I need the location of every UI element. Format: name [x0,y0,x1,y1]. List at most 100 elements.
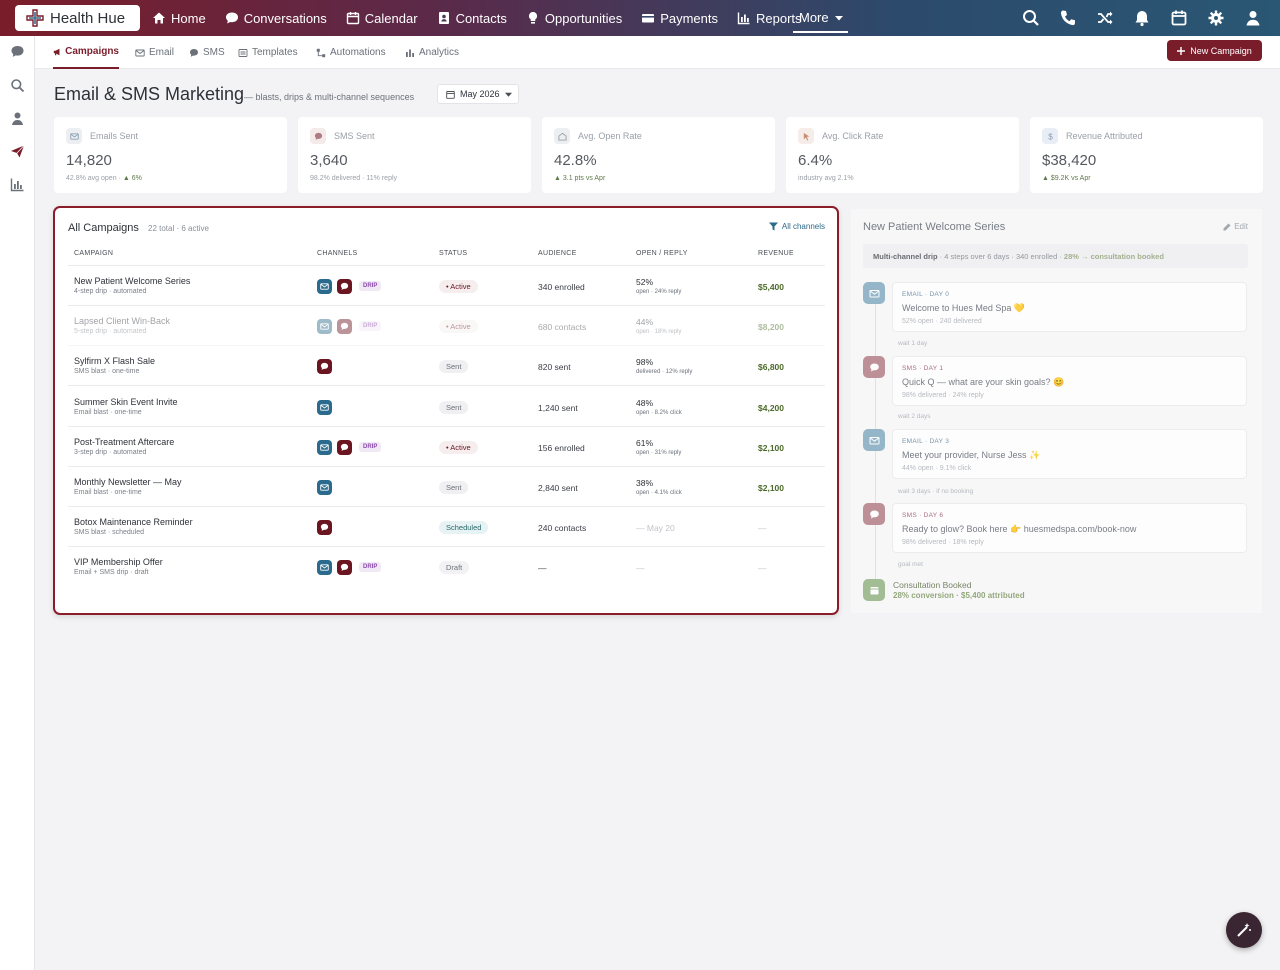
audience-value: 156 enrolled [538,442,585,453]
nav-more-dropdown[interactable]: More [793,4,848,33]
subnav-sms-label: SMS [203,47,225,58]
dollar-icon: $ [1042,128,1058,144]
step-metrics: 98% delivered · 24% reply [902,392,984,399]
envelope-icon [66,128,82,144]
table-row[interactable]: Summer Skin Event Invite Email blast · on… [55,387,835,427]
nav-contacts[interactable]: Contacts [437,0,507,36]
chat-rail-icon[interactable] [10,44,25,59]
sms-channel-badge [337,560,352,576]
sms-step-icon [863,356,885,378]
col-header-campaign: CAMPAIGN [74,250,114,257]
user-profile-icon[interactable] [1244,9,1262,27]
drip-badge: DRIP [359,441,382,452]
new-campaign-button[interactable]: New Campaign [1167,40,1262,61]
settings-gear-icon[interactable] [1207,9,1225,27]
subnav-analytics[interactable]: Analytics [405,36,459,69]
subnav-email[interactable]: Email [135,36,174,69]
stat-delta: ▲ $9.2K vs Apr [1042,175,1091,182]
campaigns-title: All Campaigns [68,222,139,234]
new-campaign-label: New Campaign [1190,45,1252,56]
edit-sequence-button[interactable]: Edit [1223,222,1248,231]
status-badge: • Active [439,280,478,293]
pencil-icon [1223,223,1231,230]
open-rate: 61% [636,437,654,448]
campaign-name: Sylfirm X Flash Sale [74,356,156,367]
nav-reports[interactable]: Reports [737,0,802,36]
search-rail-icon[interactable] [10,78,25,93]
open-rate-detail: open · 31% reply [636,449,682,456]
col-header-revenue: REVENUE [758,250,794,257]
sequence-step-card[interactable]: EMAIL · DAY 3 Meet your provider, Nurse … [892,429,1247,479]
sequence-step-card[interactable]: EMAIL · DAY 0 Welcome to Hues Med Spa 💛 … [892,282,1247,332]
health-hue-logo-icon [26,9,44,27]
lightbulb-icon [528,11,537,24]
analytics-rail-icon[interactable] [10,177,25,192]
nav-more-label: More [799,10,829,25]
subnav-sms[interactable]: SMS [189,36,225,69]
table-row[interactable]: Botox Maintenance Reminder SMS blast · sc… [55,507,835,548]
audience-value: — [538,563,547,574]
status-badge: Draft [439,561,470,575]
nav-opportunities[interactable]: Opportunities [526,0,622,36]
open-rate-detail: open · 8.2% click [636,409,682,416]
envelope-icon [320,564,329,572]
nav-payments[interactable]: Payments [641,0,718,36]
subnav-automations[interactable]: Automations [316,36,386,69]
top-navigation-bar: Health Hue Home Conversations Calendar C… [0,0,1280,36]
sub-navigation: Campaigns Email SMS Templates Automation… [35,36,1280,69]
magic-assistant-button[interactable] [1226,912,1262,948]
audience-value: 240 contacts [538,523,587,534]
campaign-type: Email + SMS drip · draft [74,569,149,577]
campaign-name: VIP Membership Offer [74,557,163,568]
paper-plane-rail-icon[interactable] [10,144,25,159]
table-row[interactable]: Sylfirm X Flash Sale SMS blast · one-time… [55,346,835,387]
person-rail-icon[interactable] [10,111,25,126]
nav-conversations[interactable]: Conversations [225,0,327,36]
campaigns-panel: All Campaigns 22 total · 6 active All ch… [53,206,839,615]
search-icon[interactable] [1022,9,1040,27]
sms-bubble-icon [340,282,349,290]
sequence-preview-panel: New Patient Welcome Series Edit Multi-ch… [851,209,1262,613]
step-metrics: 98% delivered · 18% reply [902,539,984,546]
sequence-info: · 4 steps over 6 days · 340 enrolled · [937,252,1064,261]
plus-icon [1177,46,1186,55]
subnav-templates[interactable]: Templates [238,36,298,69]
table-row[interactable]: Lapsed Client Win-Back 5-step drip · auto… [55,306,835,347]
app-logo[interactable]: Health Hue [15,5,140,31]
table-row[interactable]: Post-Treatment Aftercare 3-step drip · au… [55,427,835,467]
campaign-type: 5-step drip · automated [74,328,147,336]
revenue-value: — [758,523,767,534]
calendar-small-icon [446,90,455,99]
open-rate: 98% [636,357,654,368]
status-badge: • Active [439,440,478,454]
sms-channel-badge [317,520,332,536]
stat-card-open-rate: Avg. Open Rate 42.8% ▲ 3.1 pts vs Apr [542,117,775,193]
step-tag: EMAIL · DAY 3 [902,438,950,445]
bell-icon[interactable] [1133,9,1151,27]
nav-home[interactable]: Home [152,0,206,36]
envelope-icon [320,484,329,491]
shuffle-icon[interactable] [1096,9,1114,27]
nav-calendar[interactable]: Calendar [346,0,418,36]
nav-payments-label: Payments [660,10,719,26]
month-selector[interactable]: May 2026 [437,84,519,104]
campaign-type: Email blast · one-time [74,489,142,496]
cursor-click-icon [798,128,814,144]
calendar-top-icon[interactable] [1170,9,1188,27]
table-row[interactable]: Monthly Newsletter — May Email blast · on… [55,467,835,507]
stat-value: 42.8% [554,152,597,169]
goal-title: Consultation Booked [893,580,972,590]
subnav-analytics-label: Analytics [419,47,460,58]
sms-step-icon [863,503,885,525]
subnav-email-label: Email [149,47,175,58]
channel-filter[interactable]: All channels [768,222,825,231]
sequence-step-card[interactable]: SMS · DAY 1 Quick Q — what are your skin… [892,356,1247,406]
audience-value: 1,240 sent [538,402,578,413]
subnav-campaigns[interactable]: Campaigns [53,36,119,69]
nav-home-label: Home [171,10,206,26]
sequence-step-card[interactable]: SMS · DAY 6 Ready to glow? Book here 👉 h… [892,503,1247,553]
step-message: Meet your provider, Nurse Jess ✨ [902,450,1041,460]
phone-icon[interactable] [1059,9,1077,27]
table-row[interactable]: New Patient Welcome Series 4-step drip · … [55,266,835,306]
table-row[interactable]: VIP Membership Offer Email + SMS drip · d… [55,547,835,587]
